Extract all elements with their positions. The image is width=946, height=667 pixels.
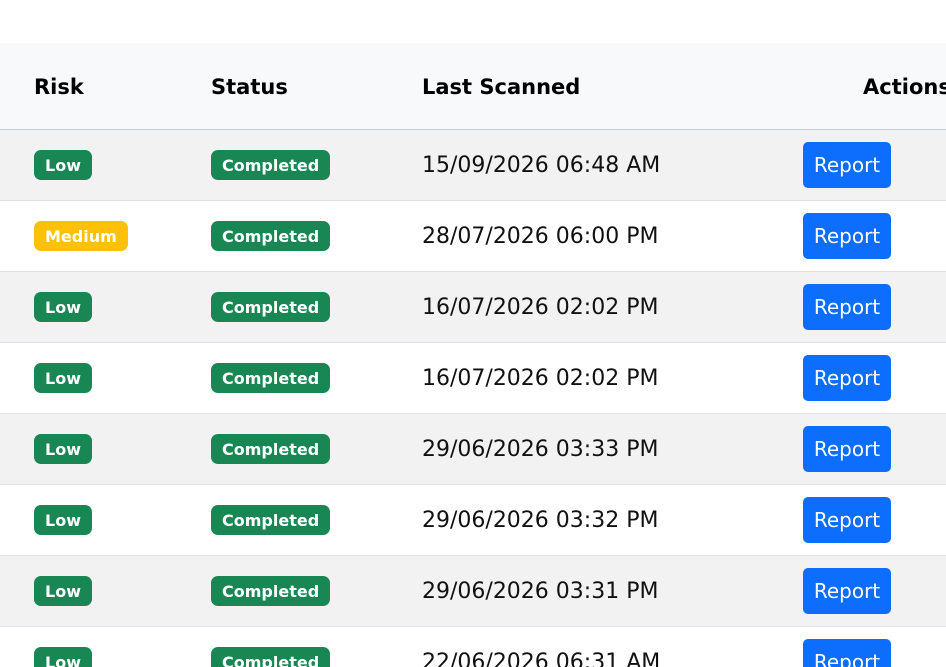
report-button[interactable]: Report [803,497,891,543]
column-header-actions: Actions [863,75,946,99]
column-header-status: Status [211,75,288,99]
report-button[interactable]: Report [803,355,891,401]
column-header-risk: Risk [34,75,84,99]
risk-badge: Low [34,505,92,535]
report-button[interactable]: Report [803,639,891,667]
column-header-last-scanned: Last Scanned [422,75,581,99]
report-button[interactable]: Report [803,568,891,614]
report-button[interactable]: Report [803,142,891,188]
table-body: Low Completed 15/09/2026 06:48 AM Report… [0,130,946,667]
table-row: Low Completed 16/07/2026 02:02 PM Report [0,343,946,414]
status-badge: Completed [211,576,331,606]
table-header: Risk Status Last Scanned Actions [0,43,946,130]
status-badge: Completed [211,221,331,251]
table-row: Medium Completed 28/07/2026 06:00 PM Rep… [0,201,946,272]
status-badge: Completed [211,363,331,393]
report-button[interactable]: Report [803,284,891,330]
status-badge: Completed [211,647,331,667]
risk-badge: Low [34,434,92,464]
status-badge: Completed [211,505,331,535]
table-row: Low Completed 16/07/2026 02:02 PM Report [0,272,946,343]
risk-badge: Low [34,647,92,667]
last-scanned-cell: 29/06/2026 03:32 PM [422,508,659,533]
last-scanned-cell: 29/06/2026 03:33 PM [422,437,659,462]
table-row: Low Completed 22/06/2026 06:31 AM Report [0,627,946,667]
risk-badge: Low [34,292,92,322]
table-row: Low Completed 15/09/2026 06:48 AM Report [0,130,946,201]
risk-badge: Low [34,150,92,180]
last-scanned-cell: 15/09/2026 06:48 AM [422,153,661,178]
last-scanned-cell: 29/06/2026 03:31 PM [422,579,659,604]
status-badge: Completed [211,434,331,464]
table-row: Low Completed 29/06/2026 03:31 PM Report [0,556,946,627]
last-scanned-cell: 22/06/2026 06:31 AM [422,650,661,667]
report-button[interactable]: Report [803,213,891,259]
status-badge: Completed [211,292,331,322]
last-scanned-cell: 16/07/2026 02:02 PM [422,366,659,391]
risk-badge: Medium [34,221,128,251]
report-button[interactable]: Report [803,426,891,472]
scan-results-table: Risk Status Last Scanned Actions Low Com… [0,43,946,667]
last-scanned-cell: 16/07/2026 02:02 PM [422,295,659,320]
table-row: Low Completed 29/06/2026 03:32 PM Report [0,485,946,556]
status-badge: Completed [211,150,331,180]
risk-badge: Low [34,363,92,393]
last-scanned-cell: 28/07/2026 06:00 PM [422,224,659,249]
table-row: Low Completed 29/06/2026 03:33 PM Report [0,414,946,485]
risk-badge: Low [34,576,92,606]
